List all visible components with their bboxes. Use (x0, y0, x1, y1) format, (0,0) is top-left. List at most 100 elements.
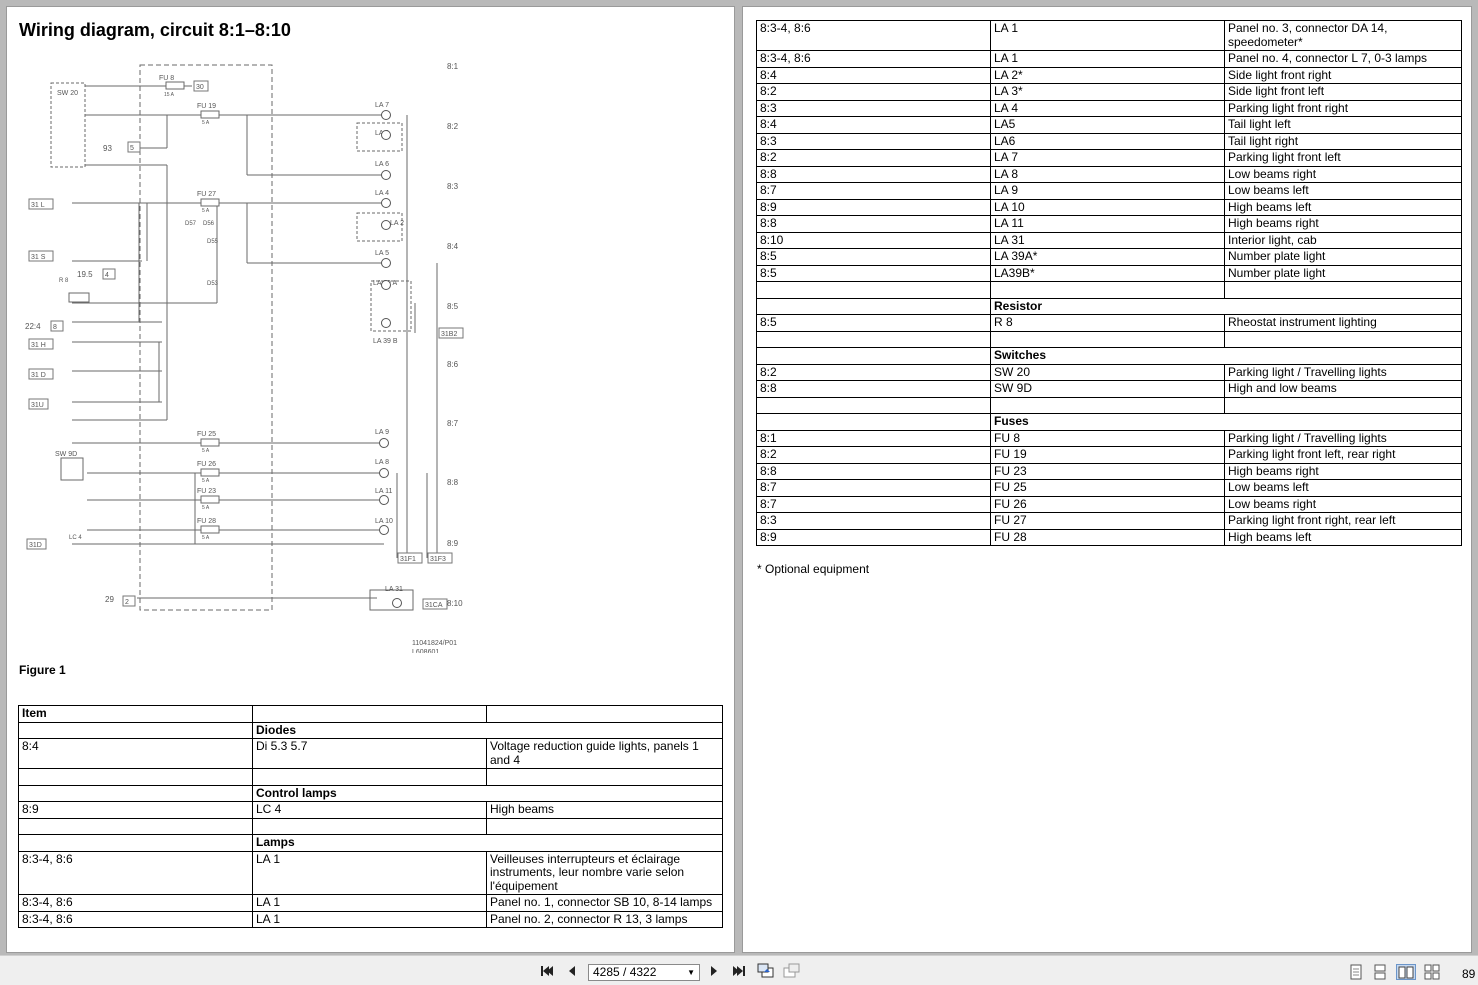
connector-label: 31 L (31, 202, 45, 209)
description-cell: Side light front left (1224, 83, 1462, 101)
circuit-number-label: 8:1 (447, 62, 459, 71)
description-cell: Low beams right (1224, 165, 1462, 183)
table-section-row: Switches (756, 347, 1462, 365)
parts-table-left: Item Diodes 8:4 Di 5.3 5.7 Voltage reductio… (18, 705, 723, 928)
table-cell (18, 784, 253, 802)
back-view-icon (757, 963, 774, 978)
circuit-cell: 8:7 (756, 495, 991, 513)
circuit-cell: 8:2 (756, 446, 991, 464)
fuse-label: FU 26 (197, 461, 216, 468)
fuse-label: FU 8 (159, 75, 174, 82)
chevron-down-icon: ▼ (687, 968, 695, 977)
table-cell (756, 297, 991, 315)
circuit-cell: 8:9 (18, 801, 253, 819)
footnote: * Optional equipment (757, 562, 870, 576)
next-page-icon (711, 966, 717, 976)
table-row: 8:1 FU 8 Parking light / Travelling lights (756, 429, 1462, 447)
lamp-symbol (381, 130, 391, 140)
table-cell (18, 817, 253, 835)
connector-label: 31 D (31, 372, 46, 379)
component-label: LC 4 (69, 535, 82, 541)
continuous-view-button[interactable] (1372, 964, 1388, 980)
circuit-number-label: 8:8 (447, 478, 459, 487)
circuit-number-label: 8:9 (447, 539, 459, 548)
table-row: 8:2 SW 20 Parking light / Travelling light… (756, 363, 1462, 381)
circuit-cell: 8:5 (756, 248, 991, 266)
component-cell: FU 28 (990, 528, 1225, 546)
component-cell: LA 11 (990, 215, 1225, 233)
fuse-rating-label: 5 A (202, 535, 210, 541)
component-cell: FU 8 (990, 429, 1225, 447)
description-cell: Tail light left (1224, 116, 1462, 134)
component-cell: LA6 (990, 132, 1225, 150)
two-page-continuous-view-button[interactable] (1424, 964, 1440, 980)
figure-caption: Figure 1 (19, 663, 66, 677)
lamp-symbol (381, 170, 391, 180)
single-page-icon (1350, 964, 1362, 980)
switch-label: SW 9D (55, 451, 77, 458)
table-row: 8:5 LA39B* Number plate light (756, 264, 1462, 282)
table-cell (252, 705, 487, 723)
table-row: 8:9 LA 10 High beams left (756, 198, 1462, 216)
circuit-cell: 8:7 (756, 182, 991, 200)
lamp-label: LA 11 (375, 488, 392, 495)
component-cell: LA39B* (990, 264, 1225, 282)
zoom-level[interactable]: 89 (1462, 967, 1475, 981)
table-section-row: Diodes (18, 721, 723, 739)
component-cell: R 8 (990, 314, 1225, 332)
circuit-cell: 8:10 (756, 231, 991, 249)
circuit-cell: 8:1 (756, 429, 991, 447)
table-cell (1224, 396, 1462, 414)
fuse-label: FU 23 (197, 488, 216, 495)
page-title: Wiring diagram, circuit 8:1–8:10 (19, 20, 291, 40)
table-row: 8:8 LA 8 Low beams right (756, 165, 1462, 183)
circuit-cell: 8:3-4, 8:6 (18, 894, 253, 912)
switch-label: SW 20 (57, 90, 78, 97)
table-blank-row (756, 396, 1462, 414)
component-label: D53 (207, 281, 219, 287)
component-cell: FU 26 (990, 495, 1225, 513)
component-cell: LA 39A* (990, 248, 1225, 266)
fuse-rating-label: 5 A (202, 505, 210, 511)
circuit-cell: 8:8 (756, 380, 991, 398)
go-back-view-button[interactable] (757, 963, 775, 978)
circuit-number-label: 8:10 (447, 599, 463, 608)
two-page-view-button[interactable] (1396, 964, 1416, 980)
page-number-select[interactable]: 4285 / 4322 ▼ (588, 964, 700, 981)
lamp-label: LA 9 (375, 429, 389, 436)
last-page-button[interactable] (731, 964, 747, 978)
table-header: Item (18, 705, 253, 723)
lamp-label: LA 39 B (373, 338, 398, 345)
previous-page-button[interactable] (564, 964, 580, 978)
table-row: 8:4 Di 5.3 5.7 Voltage reduction guide lig… (18, 738, 723, 769)
connector-label: 31F1 (400, 556, 416, 563)
table-row: 8:8 LA 11 High beams right (756, 215, 1462, 233)
lamp-label: LA 7 (375, 102, 389, 109)
component-cell: LA 1 (252, 894, 487, 912)
component-cell: LA 4 (990, 99, 1225, 117)
fuse-rating-label: 15 A (164, 92, 175, 98)
first-page-icon (541, 966, 553, 976)
go-forward-view-button[interactable] (783, 963, 801, 978)
description-cell: Panel no. 4, connector L 7, 0-3 lamps (1224, 50, 1462, 68)
lamp-symbol (379, 525, 389, 535)
connector-label: 2 (125, 599, 129, 606)
description-cell: Tail light right (1224, 132, 1462, 150)
fuse-label: FU 25 (197, 431, 216, 438)
connector-label: 31 S (31, 254, 46, 261)
component-label: R 8 (59, 278, 69, 284)
connector-label: 31CA (425, 602, 443, 609)
single-page-view-button[interactable] (1348, 964, 1364, 980)
table-row: 8:5 LA 39A* Number plate light (756, 248, 1462, 266)
lamp-symbol (379, 468, 389, 478)
component-cell: SW 20 (990, 363, 1225, 381)
previous-page-icon (569, 966, 575, 976)
table-row: 8:8 FU 23 High beams right (756, 462, 1462, 480)
first-page-button[interactable] (539, 964, 555, 978)
lamp-label: LA 10 (375, 518, 393, 525)
table-cell (756, 413, 991, 431)
table-cell (756, 396, 991, 414)
component-cell: LA 3* (990, 83, 1225, 101)
next-page-button[interactable] (706, 964, 722, 978)
description-cell: Parking light front left, rear right (1224, 446, 1462, 464)
